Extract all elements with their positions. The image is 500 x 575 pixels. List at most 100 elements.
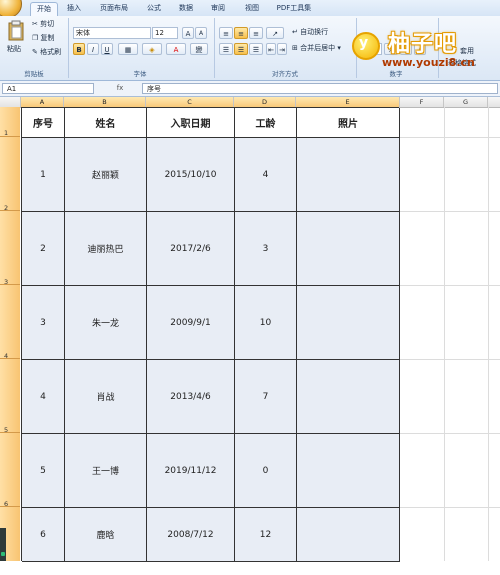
- header-cell-hire-date[interactable]: 入职日期: [147, 108, 235, 138]
- font-size-select[interactable]: 12: [152, 27, 178, 39]
- italic-button[interactable]: I: [87, 43, 99, 55]
- select-all-corner[interactable]: [0, 97, 21, 107]
- cell-photo[interactable]: [297, 434, 400, 508]
- gridline: [488, 107, 489, 561]
- cell-name[interactable]: 肖战: [65, 360, 147, 434]
- cell-photo[interactable]: [297, 508, 400, 562]
- row-header-5[interactable]: 5: [0, 359, 20, 434]
- phonetic-button[interactable]: 變: [190, 43, 208, 55]
- row-header-6[interactable]: 6: [0, 433, 20, 508]
- tab-data[interactable]: 数据: [174, 2, 198, 15]
- orientation-button[interactable]: ↗: [266, 27, 284, 39]
- underline-button[interactable]: U: [101, 43, 113, 55]
- tab-page-layout[interactable]: 页面布局: [94, 2, 134, 15]
- fill-color-button[interactable]: ◈: [142, 43, 162, 55]
- align-left-button[interactable]: ☰: [219, 43, 233, 55]
- header-cell-years[interactable]: 工龄: [235, 108, 297, 138]
- tab-view[interactable]: 视图: [240, 2, 264, 15]
- borders-icon: ▦: [124, 46, 132, 54]
- cell-hire-date[interactable]: 2009/9/1: [147, 286, 235, 360]
- align-middle-button[interactable]: ≡: [234, 27, 248, 39]
- alignment-group-label: 对齐方式: [272, 70, 298, 78]
- header-cell-seq[interactable]: 序号: [22, 108, 65, 138]
- cell-seq[interactable]: 5: [22, 434, 65, 508]
- font-name-select[interactable]: 宋体: [73, 27, 151, 39]
- insert-function-button[interactable]: fx: [102, 83, 138, 94]
- row-header-4[interactable]: 4: [0, 285, 20, 360]
- tab-home[interactable]: 开始: [30, 2, 58, 16]
- copy-icon: ❐: [32, 34, 39, 42]
- cell-seq[interactable]: 1: [22, 138, 65, 212]
- cell-name[interactable]: 迪丽热巴: [65, 212, 147, 286]
- bold-button[interactable]: B: [73, 43, 85, 55]
- ribbon-tab-bar: 开始 插入 页面布局 公式 数据 审阅 视图 PDF工具集: [0, 0, 500, 18]
- cell-seq[interactable]: 4: [22, 360, 65, 434]
- font-color-button[interactable]: A: [166, 43, 186, 55]
- header-cell-name[interactable]: 姓名: [65, 108, 147, 138]
- cell-hire-date[interactable]: 2015/10/10: [147, 138, 235, 212]
- tab-review[interactable]: 审阅: [206, 2, 230, 15]
- cell-years[interactable]: 7: [235, 360, 297, 434]
- cell-years[interactable]: 4: [235, 138, 297, 212]
- window-edge: [0, 528, 6, 561]
- cell-name[interactable]: 王一博: [65, 434, 147, 508]
- align-center-button[interactable]: ☰: [234, 43, 248, 55]
- increase-indent-button[interactable]: ⇥: [277, 43, 287, 55]
- tab-pdf-tools[interactable]: PDF工具集: [272, 2, 316, 15]
- column-header-b[interactable]: B: [64, 97, 146, 107]
- cell-seq[interactable]: 2: [22, 212, 65, 286]
- align-right-button[interactable]: ☰: [249, 43, 263, 55]
- row-header-1[interactable]: 1: [0, 107, 20, 137]
- column-header-f[interactable]: F: [400, 97, 444, 107]
- align-bottom-button[interactable]: ≡: [249, 27, 263, 39]
- format-painter-button[interactable]: ✎ 格式刷: [32, 47, 61, 58]
- cell-hire-date[interactable]: 2013/4/6: [147, 360, 235, 434]
- paste-button[interactable]: [6, 20, 26, 42]
- cell-years[interactable]: 3: [235, 212, 297, 286]
- group-divider: [68, 18, 69, 78]
- borders-button[interactable]: ▦: [118, 43, 138, 55]
- gridline: [400, 137, 500, 138]
- cell-name[interactable]: 赵丽颖: [65, 138, 147, 212]
- shrink-font-button[interactable]: A: [195, 27, 207, 39]
- cell-years[interactable]: 12: [235, 508, 297, 562]
- cell-years[interactable]: 0: [235, 434, 297, 508]
- cell-photo[interactable]: [297, 360, 400, 434]
- cell-photo[interactable]: [297, 212, 400, 286]
- cell-years[interactable]: 10: [235, 286, 297, 360]
- cell-photo[interactable]: [297, 286, 400, 360]
- decrease-indent-button[interactable]: ⇤: [266, 43, 276, 55]
- font-color-icon: A: [173, 46, 179, 54]
- column-header-g[interactable]: G: [444, 97, 488, 107]
- formula-input[interactable]: 序号: [142, 83, 498, 94]
- column-header-c[interactable]: C: [146, 97, 234, 107]
- align-center-icon: ☰: [237, 46, 245, 54]
- tab-insert[interactable]: 插入: [62, 2, 86, 15]
- copy-button[interactable]: ❐ 复制: [32, 33, 55, 44]
- cell-hire-date[interactable]: 2008/7/12: [147, 508, 235, 562]
- cell-name[interactable]: 朱一龙: [65, 286, 147, 360]
- grow-font-button[interactable]: A: [182, 27, 194, 39]
- wrap-text-button[interactable]: ↵ 自动换行: [292, 27, 328, 38]
- scissors-icon: ✂: [32, 20, 38, 28]
- gridline: [400, 433, 500, 434]
- cell-hire-date[interactable]: 2019/11/12: [147, 434, 235, 508]
- cell-seq[interactable]: 3: [22, 286, 65, 360]
- name-box[interactable]: A1: [2, 83, 94, 94]
- tab-formulas[interactable]: 公式: [142, 2, 166, 15]
- merge-center-button[interactable]: ⊞ 合并后居中 ▾: [292, 43, 341, 54]
- header-cell-photo[interactable]: 照片: [297, 108, 400, 138]
- cell-seq[interactable]: 6: [22, 508, 65, 562]
- cell-name[interactable]: 鹿晗: [65, 508, 147, 562]
- indent-icon: ⇥: [279, 46, 285, 54]
- cell-photo[interactable]: [297, 138, 400, 212]
- column-header-e[interactable]: E: [296, 97, 400, 107]
- column-header-d[interactable]: D: [234, 97, 296, 107]
- row-header-3[interactable]: 3: [0, 211, 20, 286]
- paste-label: 粘贴: [7, 45, 21, 53]
- cell-hire-date[interactable]: 2017/2/6: [147, 212, 235, 286]
- cut-button[interactable]: ✂ 剪切: [32, 19, 54, 30]
- align-top-button[interactable]: ≡: [219, 27, 233, 39]
- row-header-2[interactable]: 2: [0, 137, 20, 212]
- column-header-a[interactable]: A: [21, 97, 64, 107]
